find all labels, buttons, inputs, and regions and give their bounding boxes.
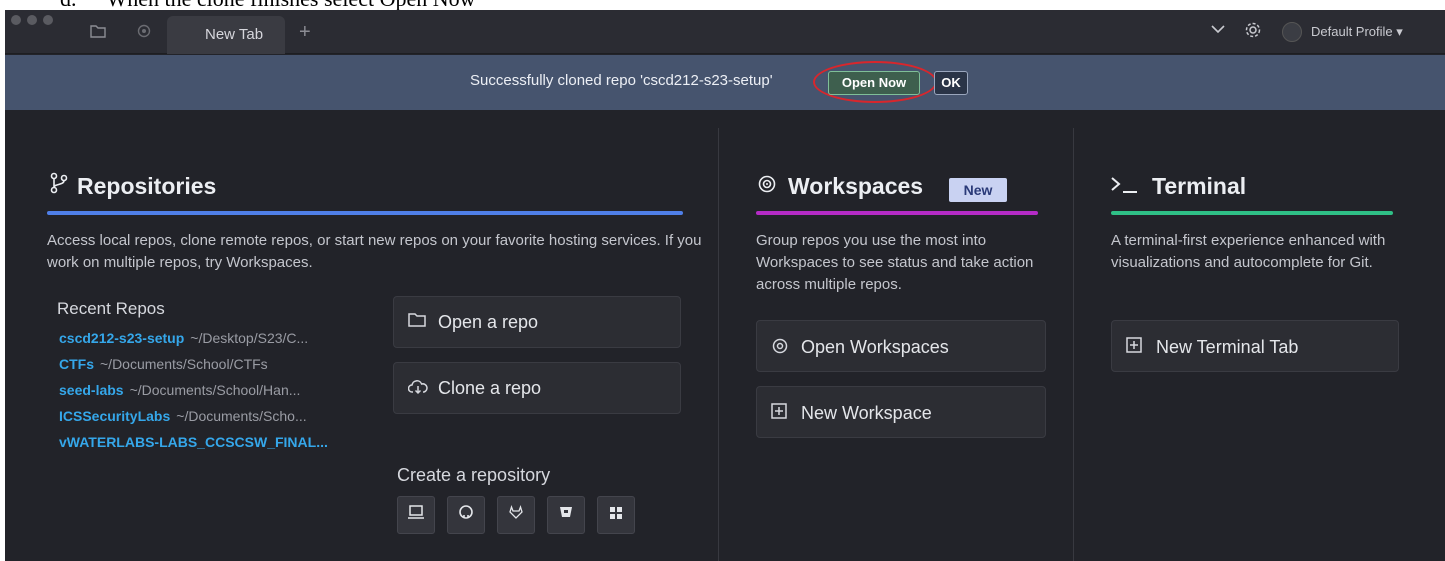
repositories-title: Repositories: [77, 173, 217, 199]
recent-repo-path: ~/Desktop/S23/C...: [190, 330, 309, 346]
recent-repo-item[interactable]: seed-labs ~/Documents/School/Han...: [59, 382, 300, 398]
new-badge: New: [949, 178, 1007, 202]
workspaces-description: Group repos you use the most into Worksp…: [756, 232, 1034, 293]
open-workspaces-button[interactable]: Open Workspaces: [756, 320, 1046, 372]
column-divider: [1073, 128, 1074, 561]
recent-repo-item[interactable]: CTFs ~/Documents/School/CTFs: [59, 356, 268, 372]
folder-icon[interactable]: [89, 24, 107, 42]
open-repo-label: Open a repo: [438, 312, 539, 332]
bitbucket-icon[interactable]: [547, 496, 585, 534]
open-now-button[interactable]: Open Now: [828, 71, 920, 95]
recent-repo-name: cscd212-s23-setup: [59, 330, 185, 346]
notification-banner: Successfully cloned repo 'cscd212-s23-se…: [5, 55, 1445, 110]
new-workspace-label: New Workspace: [801, 403, 932, 423]
plus-square-icon: [771, 403, 787, 424]
recent-repo-path: ~/Documents/School/Han...: [129, 382, 301, 398]
new-terminal-tab-button[interactable]: New Terminal Tab: [1111, 320, 1399, 372]
workspaces-title: Workspaces: [788, 173, 924, 199]
recent-repo-name: seed-labs: [59, 382, 124, 398]
banner-message: Successfully cloned repo 'cscd212-s23-se…: [470, 72, 773, 89]
gear-icon[interactable]: [1244, 21, 1262, 42]
ok-button[interactable]: OK: [934, 71, 968, 95]
recent-repos-title: Recent Repos: [57, 299, 165, 318]
recent-repo-name: CTFs: [59, 356, 94, 372]
terminal-prompt-icon: [1110, 174, 1144, 200]
recent-repo-path: ~/Documents/School/CTFs: [100, 356, 268, 372]
azure-devops-icon[interactable]: [597, 496, 635, 534]
document-caption: d.When the clone finishes select Open No…: [60, 0, 476, 11]
gitkraken-window: New Tab + Default Profile ▾ Successfully…: [5, 10, 1445, 561]
add-tab-button[interactable]: +: [299, 22, 311, 42]
terminal-description: A terminal-first experience enhanced wit…: [1111, 232, 1386, 271]
minimize-window-button[interactable]: [27, 15, 37, 25]
recent-repo-path: ~/Documents/Scho...: [176, 408, 307, 424]
clone-repo-label: Clone a repo: [438, 378, 542, 398]
gitlab-icon[interactable]: [497, 496, 535, 534]
create-repository-title: Create a repository: [397, 465, 551, 485]
recent-repo-item[interactable]: vWATERLABS-LABS_CCSCSW_FINAL...: [59, 434, 328, 450]
new-terminal-tab-label: New Terminal Tab: [1156, 337, 1299, 357]
new-workspace-button[interactable]: New Workspace: [756, 386, 1046, 438]
workspaces-accent-bar: [756, 211, 1038, 215]
recent-repo-item[interactable]: cscd212-s23-setup ~/Desktop/S23/C...: [59, 330, 308, 346]
profile-dropdown[interactable]: Default Profile ▾: [1311, 24, 1403, 40]
repositories-accent-bar: [47, 211, 683, 215]
plus-square-icon: [1126, 337, 1142, 358]
open-repo-button[interactable]: Open a repo: [393, 296, 681, 348]
folder-icon: [408, 312, 426, 333]
recent-repo-item[interactable]: ICSSecurityLabs ~/Documents/Scho...: [59, 408, 307, 424]
terminal-title: Terminal: [1152, 173, 1247, 199]
workspaces-icon[interactable]: [135, 24, 153, 42]
maximize-window-button[interactable]: [43, 15, 53, 25]
chevron-down-icon[interactable]: [1210, 22, 1226, 38]
branch-icon: [49, 172, 69, 200]
workspaces-icon: [757, 174, 777, 200]
column-divider: [718, 128, 719, 561]
tab-new-tab[interactable]: New Tab: [167, 16, 285, 54]
repositories-description: Access local repos, clone remote repos, …: [47, 232, 702, 271]
close-window-button[interactable]: [11, 15, 21, 25]
clone-repo-button[interactable]: Clone a repo: [393, 362, 681, 414]
github-icon[interactable]: [447, 496, 485, 534]
title-bar: New Tab + Default Profile ▾: [5, 10, 1445, 54]
tab-label: New Tab: [205, 26, 264, 43]
terminal-accent-bar: [1111, 211, 1393, 215]
profile-avatar[interactable]: [1282, 22, 1302, 42]
recent-repo-name: ICSSecurityLabs: [59, 408, 171, 424]
cloud-download-icon: [407, 379, 428, 400]
recent-repo-name: vWATERLABS-LABS_CCSCSW_FINAL...: [59, 434, 328, 450]
open-workspaces-label: Open Workspaces: [801, 337, 949, 357]
workspaces-icon: [771, 337, 789, 360]
local-computer-icon[interactable]: [397, 496, 435, 534]
